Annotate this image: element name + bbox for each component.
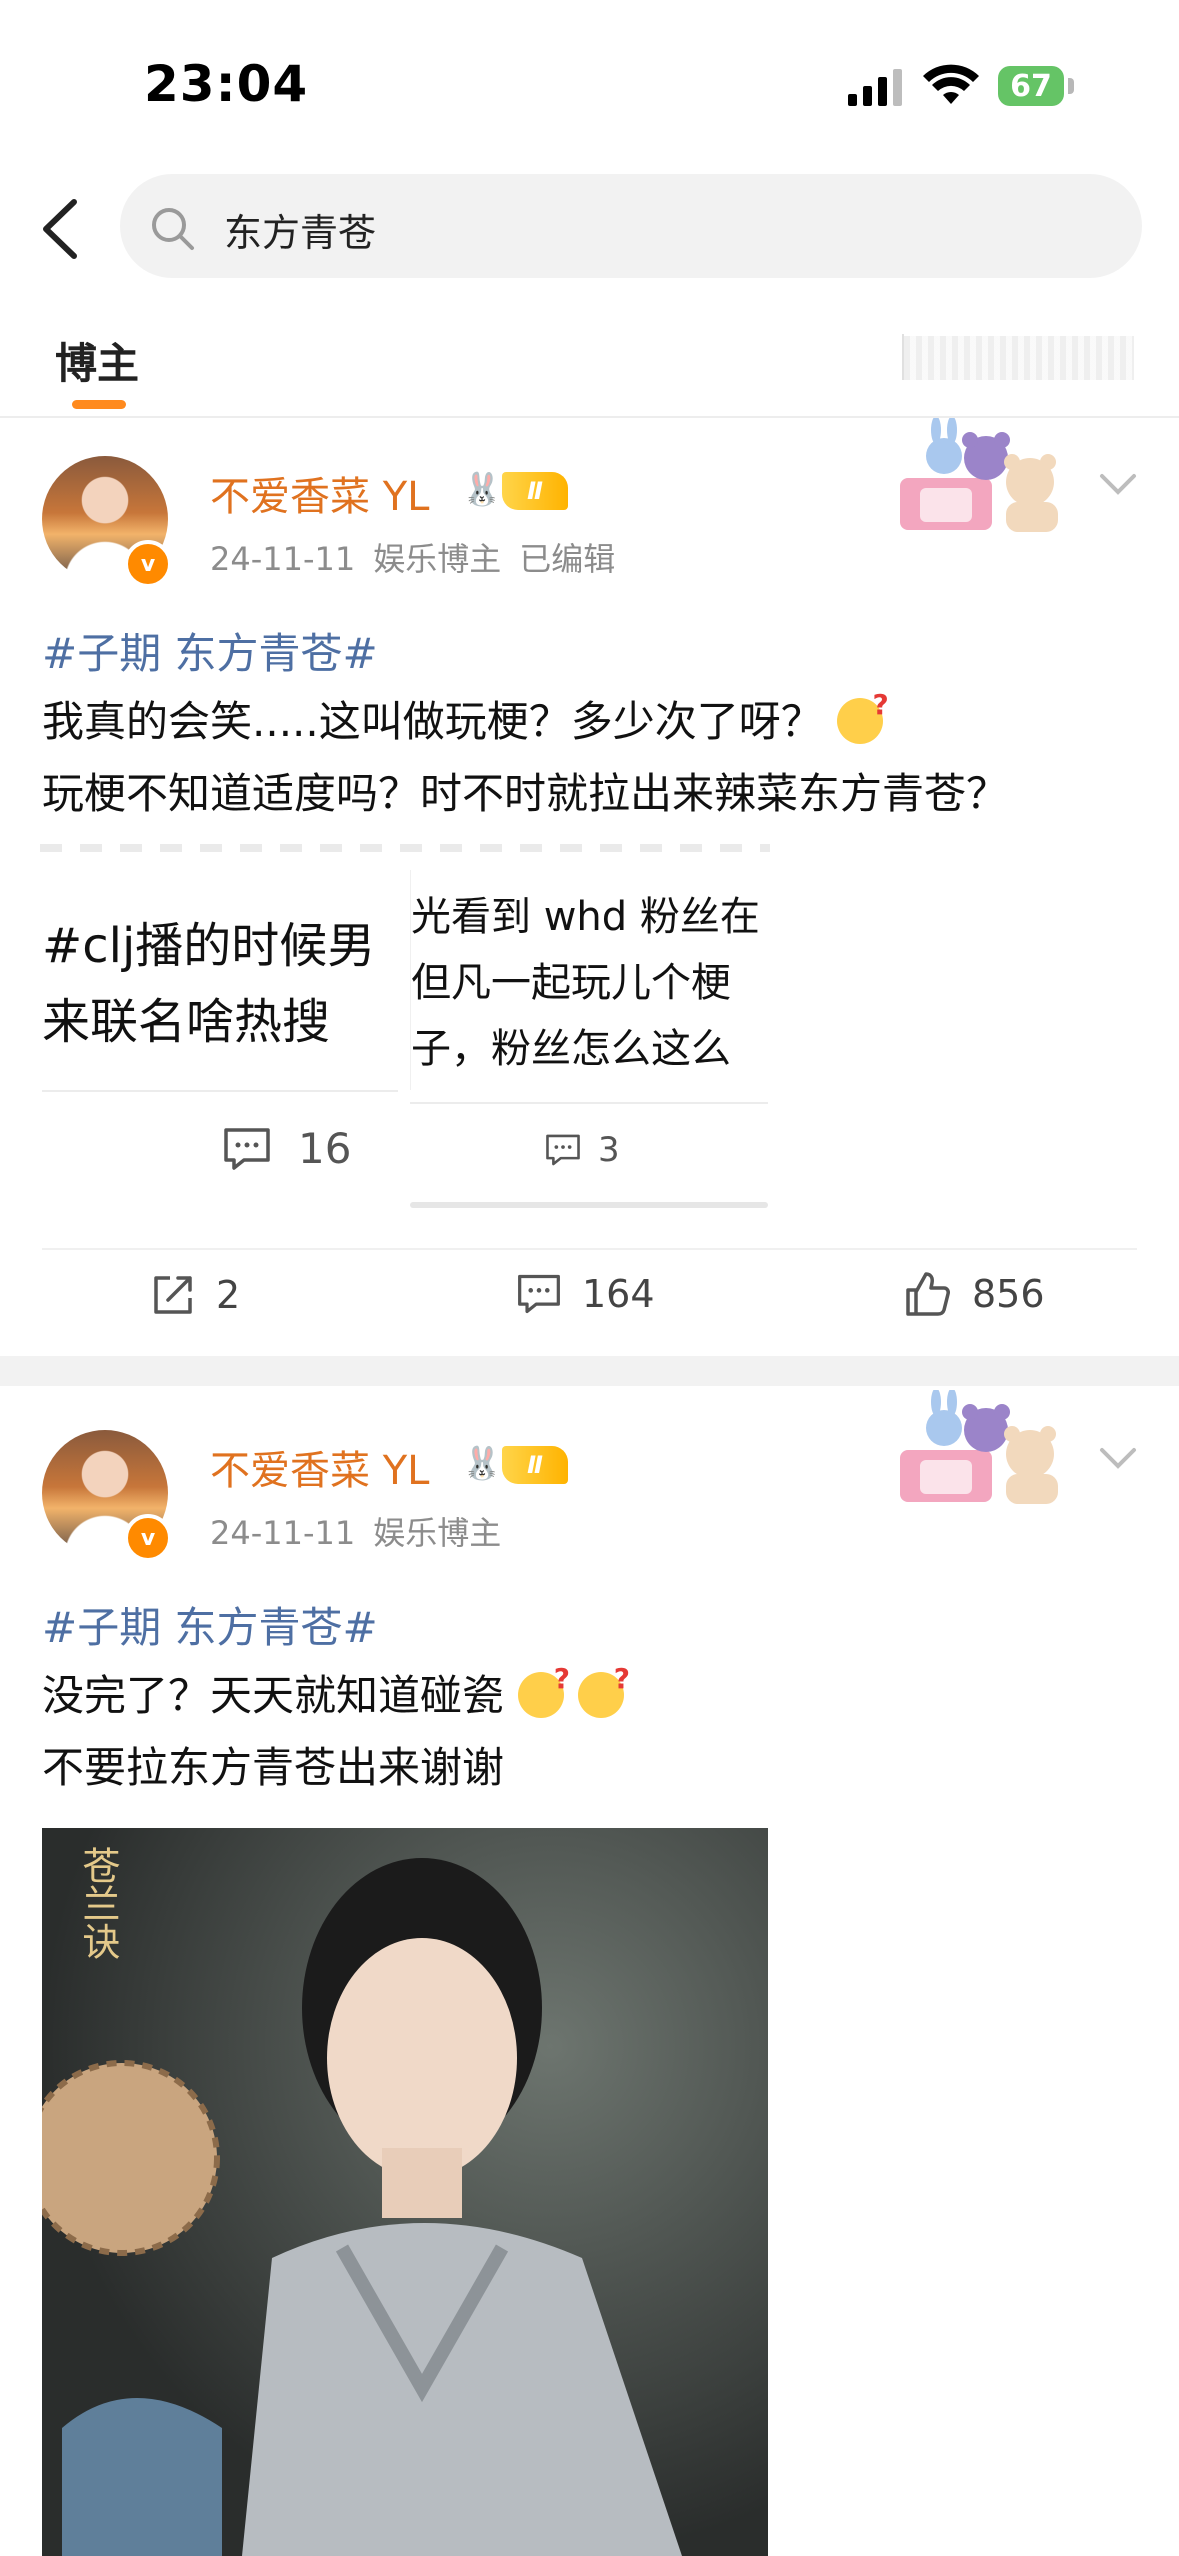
- comment-icon: [518, 1274, 560, 1314]
- post-separator: [0, 1356, 1179, 1386]
- like-count: 856: [972, 1272, 1045, 1316]
- post-category: 娱乐博主: [373, 1514, 502, 1552]
- teddy-bears-decoration-icon: [900, 418, 1058, 532]
- image-watermark: 苍兰诀: [76, 1846, 120, 1960]
- back-arrow-icon[interactable]: [34, 196, 84, 262]
- share-button[interactable]: 2: [150, 1272, 240, 1318]
- verified-badge: v: [124, 540, 172, 588]
- rabbit-icon: 🐰: [462, 1444, 502, 1482]
- verified-badge: v: [124, 1514, 172, 1562]
- confused-face-emoji-icon: [578, 1662, 630, 1718]
- drama-still-image: [42, 1828, 768, 2556]
- wifi-icon: [923, 64, 979, 104]
- comment-icon: [546, 1134, 580, 1166]
- quoted-post-card[interactable]: 光看到 whd 粉丝在 但凡一起玩儿个梗 子，粉丝怎么这么: [410, 870, 771, 1090]
- card-divider: [42, 1090, 398, 1092]
- share-count: 2: [216, 1273, 241, 1317]
- user-name[interactable]: 不爱香菜 YL: [210, 464, 429, 522]
- chevron-down-icon[interactable]: [1096, 462, 1140, 506]
- action-divider: [42, 1248, 1137, 1250]
- post-edited: 已编辑: [519, 540, 616, 578]
- quoted-comment-button[interactable]: 3: [544, 1130, 620, 1170]
- post-text-line: 不要拉东方青苍出来谢谢: [42, 1743, 505, 1792]
- post-topic[interactable]: #子期 东方青苍#: [42, 1594, 378, 1655]
- post-text-line: 我真的会笑.....这叫做玩梗？多少次了呀？: [42, 688, 889, 749]
- post-topic[interactable]: #子期 东方青苍#: [42, 620, 378, 681]
- comment-icon: [224, 1127, 270, 1170]
- quoted-text-line: #clj播的时候男: [42, 918, 376, 974]
- post-date: 24-11-11: [210, 1514, 356, 1552]
- search-query[interactable]: 东方青苍: [224, 202, 376, 257]
- like-button[interactable]: 856: [904, 1270, 1045, 1318]
- thumbs-up-icon: [906, 1272, 950, 1316]
- quoted-comment-count: 16: [298, 1124, 352, 1173]
- post-image[interactable]: 苍兰诀: [42, 1828, 768, 2556]
- carousel-scrollbar[interactable]: [410, 1202, 768, 1208]
- comment-count: 164: [582, 1272, 655, 1316]
- tab-overflow-fade: [904, 336, 1134, 380]
- post-text-line: 玩梗不知道适度吗？时不时就拉出来辣菜东方青苍？: [42, 769, 1009, 818]
- share-icon: [154, 1276, 192, 1314]
- search-icon: [152, 208, 194, 250]
- level-badge: Ⅱ: [502, 472, 568, 510]
- status-time: 23:04: [144, 55, 309, 113]
- cellular-signal-icon: [848, 69, 902, 106]
- quoted-post-card[interactable]: #clj播的时候男 来联名啥热搜: [42, 870, 402, 1070]
- rabbit-icon: 🐰: [462, 470, 502, 508]
- tab-active-indicator: [72, 400, 126, 409]
- quoted-comment-button[interactable]: 16: [222, 1124, 351, 1173]
- battery-tip: [1068, 78, 1074, 94]
- post-category: 娱乐博主: [373, 540, 502, 578]
- quoted-text-line: 光看到 whd 粉丝在: [411, 894, 760, 940]
- battery-indicator: 67: [998, 66, 1064, 106]
- post-meta: 24-11-11 娱乐博主 已编辑: [210, 534, 633, 580]
- quoted-comment-count: 3: [598, 1130, 620, 1170]
- user-name[interactable]: 不爱香菜 YL: [210, 1438, 429, 1496]
- truncated-text-fragment: [40, 844, 770, 852]
- post-date: 24-11-11: [210, 540, 356, 578]
- post-text-line: 没完了？天天就知道碰瓷: [42, 1662, 630, 1723]
- quoted-text-line: 子，粉丝怎么这么: [411, 1026, 731, 1072]
- battery-level: 67: [1010, 68, 1052, 104]
- post-meta: 24-11-11 娱乐博主: [210, 1508, 519, 1554]
- level-badge: Ⅱ: [502, 1446, 568, 1484]
- quoted-text-line: 来联名啥热搜: [42, 994, 331, 1050]
- teddy-bears-decoration-icon: [900, 1390, 1058, 1504]
- card-divider: [410, 1102, 768, 1104]
- quoted-text-line: 但凡一起玩儿个梗: [411, 960, 731, 1006]
- tab-blogger[interactable]: 博主: [55, 330, 139, 391]
- chevron-down-icon[interactable]: [1096, 1436, 1140, 1480]
- confused-face-emoji-icon: [836, 688, 889, 744]
- confused-face-emoji-icon: [518, 1662, 570, 1718]
- comment-button[interactable]: 164: [516, 1272, 655, 1316]
